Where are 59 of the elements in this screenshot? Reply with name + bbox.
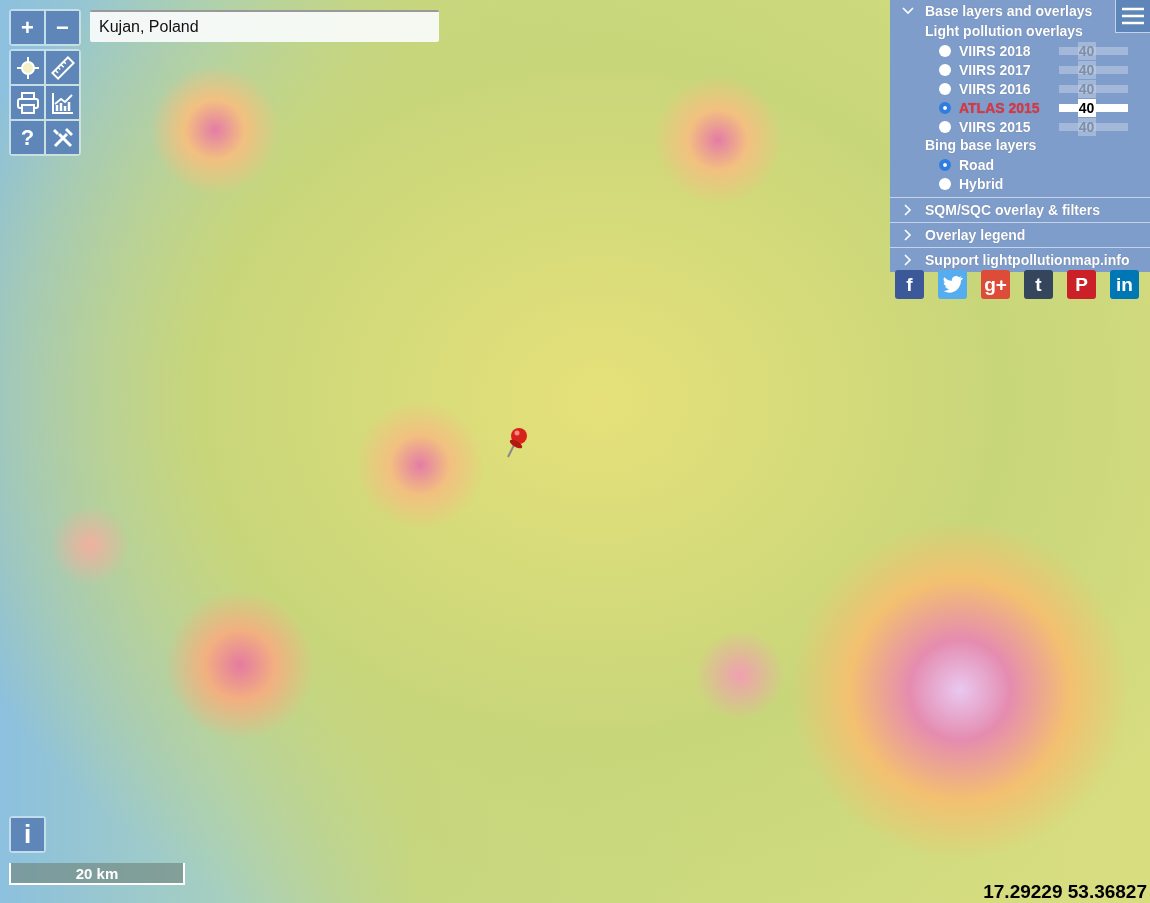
share-button[interactable]: t — [1024, 270, 1053, 299]
settings-button[interactable] — [46, 121, 79, 154]
section-header[interactable]: Overlay legend — [890, 223, 1150, 247]
locate-button[interactable] — [11, 51, 44, 84]
overlay-label[interactable]: VIIRS 2017 — [959, 61, 1059, 78]
base-layer-label[interactable]: Road — [959, 156, 1059, 173]
printer-icon — [15, 90, 40, 115]
help-button[interactable]: ? — [11, 121, 44, 154]
search-field[interactable]: Kujan, Poland — [90, 10, 439, 42]
crosshair-icon — [15, 55, 40, 80]
chart-button[interactable] — [46, 86, 79, 119]
radio-button[interactable] — [939, 120, 951, 133]
overlay-label[interactable]: VIIRS 2015 — [959, 118, 1059, 135]
radio-button[interactable] — [939, 82, 951, 95]
share-button[interactable] — [938, 270, 967, 299]
slider-thumb[interactable]: 40 — [1077, 60, 1096, 79]
slider-thumb[interactable]: 40 — [1077, 41, 1096, 60]
opacity-slider[interactable]: 40 — [1059, 41, 1128, 60]
menu-button[interactable] — [1115, 0, 1150, 33]
share-button[interactable]: P — [1067, 270, 1096, 299]
slider-thumb[interactable]: 40 — [1077, 117, 1096, 136]
opacity-slider[interactable]: 40 — [1059, 60, 1128, 79]
section-header[interactable]: Support lightpollutionmap.info — [890, 248, 1150, 272]
chevron-down-icon — [902, 5, 914, 17]
overlay-label[interactable]: VIIRS 2016 — [959, 80, 1059, 97]
overlay-label[interactable]: ATLAS 2015 — [959, 99, 1059, 116]
slider-thumb[interactable]: 40 — [1077, 98, 1096, 117]
menu-icon — [1121, 6, 1145, 26]
opacity-slider[interactable]: 40 — [1059, 98, 1128, 117]
base-layer-label[interactable]: Hybrid — [959, 175, 1059, 192]
overlay-label[interactable]: VIIRS 2018 — [959, 42, 1059, 59]
overlays-heading: Light pollution overlays — [925, 22, 1084, 41]
slider-thumb[interactable]: 40 — [1077, 79, 1096, 98]
radio-button[interactable] — [939, 63, 951, 76]
opacity-slider[interactable]: 40 — [1059, 79, 1128, 98]
share-button[interactable]: f — [895, 270, 924, 299]
radio-button[interactable] — [939, 44, 951, 57]
zoom-out-button[interactable]: − — [46, 11, 79, 44]
bird-icon — [942, 276, 963, 293]
ruler-icon — [50, 55, 75, 80]
section-header[interactable]: SQM/SQC overlay & filters — [890, 198, 1150, 222]
chevron-right-icon — [902, 229, 914, 241]
chevron-right-icon — [902, 254, 914, 266]
map-background[interactable] — [0, 0, 1150, 903]
radio-button[interactable] — [939, 101, 951, 114]
chevron-right-icon — [902, 204, 914, 216]
scale-bar: 20 km — [9, 863, 185, 885]
base-layers-heading: Bing base layers — [925, 136, 1038, 155]
share-button[interactable]: g+ — [981, 270, 1010, 299]
zoom-in-button[interactable]: + — [11, 11, 44, 44]
share-button[interactable]: in — [1110, 270, 1139, 299]
print-button[interactable] — [11, 86, 44, 119]
coordinates-text: 17.29229 53.36827 — [983, 881, 1147, 903]
chart-icon — [50, 90, 75, 115]
measure-button[interactable] — [46, 51, 79, 84]
info-button[interactable]: i — [11, 818, 44, 851]
radio-button[interactable] — [939, 158, 951, 171]
radio-button[interactable] — [939, 177, 951, 190]
opacity-slider[interactable]: 40 — [1059, 117, 1128, 136]
